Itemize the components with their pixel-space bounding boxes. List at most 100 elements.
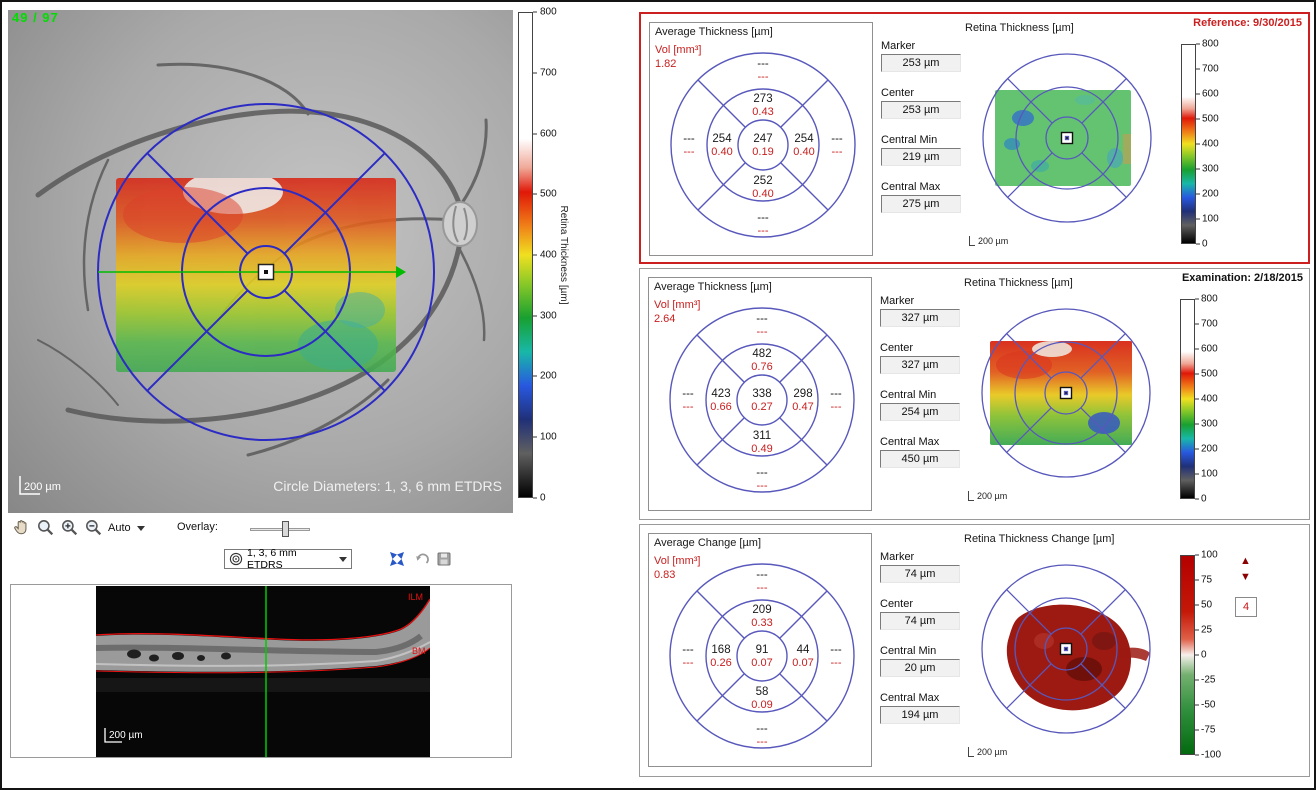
save-icon[interactable] — [436, 551, 452, 567]
svg-text:---: --- — [757, 736, 768, 748]
svg-text:0.33: 0.33 — [751, 617, 772, 629]
colorbar-tick: 100 — [540, 432, 557, 443]
colorbar-tick: 50 — [1201, 600, 1212, 611]
colorbar-tick: 800 — [1201, 294, 1218, 305]
svg-text:---: --- — [830, 644, 842, 656]
colorbar-tick: 400 — [1202, 139, 1219, 150]
svg-text:247: 247 — [753, 133, 772, 145]
central-max-value: 194 µm — [902, 709, 939, 721]
map-scale-bar: 200 µm — [969, 236, 1008, 246]
center-value-box: 253 µm — [881, 101, 961, 119]
bscan-image[interactable]: ILM BM 200 µm — [96, 586, 430, 757]
central-min-value: 219 µm — [903, 151, 940, 163]
hand-tool-icon[interactable] — [12, 518, 30, 536]
central-max-value: 450 µm — [902, 453, 939, 465]
marker-value: 327 µm — [902, 312, 939, 324]
center-view-icon[interactable] — [388, 550, 406, 568]
svg-text:0.40: 0.40 — [711, 146, 732, 158]
map-scale-bar: 200 µm — [968, 747, 1007, 757]
svg-text:---: --- — [683, 401, 694, 413]
svg-text:---: --- — [832, 146, 843, 158]
svg-text:---: --- — [758, 71, 769, 83]
marker-value-box: 74 µm — [880, 565, 960, 583]
zoom-out-icon[interactable] — [84, 518, 102, 536]
reference-date-label: Reference: 9/30/2015 — [1193, 17, 1302, 29]
central-min-label: Central Min — [880, 645, 936, 657]
svg-text:0.40: 0.40 — [793, 146, 814, 158]
colorbar-tick: 500 — [540, 189, 557, 200]
panel-colorbar — [1181, 44, 1196, 244]
svg-text:254: 254 — [712, 133, 732, 145]
thickness-overlay-heatmap — [116, 170, 396, 372]
retina-thickness-change-map[interactable] — [964, 549, 1169, 749]
colorbar-tick: 500 — [1201, 369, 1218, 380]
fundus-image[interactable]: 200 µm — [8, 10, 513, 513]
overlay-opacity-slider[interactable] — [250, 519, 310, 539]
bscan-scale-bar: 200 µm — [105, 728, 143, 742]
map-title: Retina Thickness [µm] — [964, 277, 1073, 289]
colorbar-tick: 600 — [540, 129, 557, 140]
svg-text:---: --- — [831, 133, 843, 145]
colorbar-tick: 800 — [1202, 39, 1219, 50]
svg-text:0.47: 0.47 — [792, 401, 813, 413]
svg-text:0.19: 0.19 — [752, 146, 773, 158]
chevron-down-icon — [137, 526, 145, 531]
overlay-label: Overlay: — [177, 521, 218, 533]
grid-preset-select[interactable]: 1, 3, 6 mm ETDRS — [224, 549, 352, 569]
grid-title: Average Thickness [µm] — [655, 26, 773, 38]
colorbar-tick: 0 — [1201, 650, 1207, 661]
chevron-down-icon — [339, 557, 347, 562]
svg-text:---: --- — [831, 401, 842, 413]
center-value: 253 µm — [903, 104, 940, 116]
retina-thickness-map[interactable] — [964, 293, 1169, 493]
average-thickness-gridbox: Average Thickness [µm] Vol [mm³] 2.64 --… — [648, 277, 872, 511]
svg-text:---: --- — [757, 212, 769, 224]
central-max-value-box: 194 µm — [880, 706, 960, 724]
central-max-label: Central Max — [880, 692, 939, 704]
slider-handle[interactable] — [282, 521, 289, 537]
zoom-mode-select[interactable]: Auto — [108, 519, 145, 537]
colorbar-tick: -100 — [1201, 750, 1221, 761]
center-value: 74 µm — [905, 615, 936, 627]
colorbar-tick: 800 — [540, 7, 557, 18]
grid-title: Average Change [µm] — [654, 537, 761, 549]
svg-text:0.49: 0.49 — [751, 443, 772, 455]
colorbar-tick: 600 — [1201, 344, 1218, 355]
retina-thickness-map[interactable] — [965, 38, 1170, 238]
zoom-icon[interactable] — [36, 518, 54, 536]
colorbar-tick: 600 — [1202, 89, 1219, 100]
step-down-button[interactable]: ▼ — [1240, 571, 1251, 583]
colorbar-tick: -25 — [1201, 675, 1215, 686]
colorbar-tick: 400 — [540, 250, 557, 261]
step-up-button[interactable]: ▲ — [1240, 555, 1251, 567]
central-min-value-box: 254 µm — [880, 403, 960, 421]
examination-date-label: Examination: 2/18/2015 — [1182, 272, 1303, 284]
grid-preset-value: 1, 3, 6 mm ETDRS — [247, 547, 335, 571]
zoom-in-icon[interactable] — [60, 518, 78, 536]
main-colorbar-title: Retina Thickness [µm] — [558, 206, 569, 305]
center-value: 327 µm — [902, 359, 939, 371]
center-label: Center — [880, 342, 913, 354]
svg-text:91: 91 — [756, 644, 769, 656]
center-marker[interactable] — [259, 265, 274, 280]
step-value-box[interactable]: 4 — [1235, 597, 1257, 617]
colorbar-tick: 0 — [1202, 239, 1208, 250]
svg-text:---: --- — [757, 582, 768, 594]
marker-label: Marker — [880, 551, 914, 563]
svg-text:311: 311 — [753, 430, 771, 442]
center-label: Center — [880, 598, 913, 610]
svg-text:273: 273 — [753, 93, 772, 105]
marker-value-box: 253 µm — [881, 54, 961, 72]
colorbar-tick: 400 — [1201, 394, 1218, 405]
svg-text:0.43: 0.43 — [752, 106, 773, 118]
central-min-value-box: 20 µm — [880, 659, 960, 677]
etdrs-grid-diagram: ------ 2730.43 ------ 2540.40 2470.19 25… — [651, 39, 871, 255]
undo-icon[interactable] — [414, 551, 430, 567]
svg-text:0.66: 0.66 — [710, 401, 731, 413]
svg-text:---: --- — [756, 569, 768, 581]
svg-text:---: --- — [757, 480, 768, 492]
colorbar-tick: 200 — [540, 371, 557, 382]
colorbar-tick: 100 — [1201, 550, 1218, 561]
central-min-value: 20 µm — [905, 662, 936, 674]
central-min-value-box: 219 µm — [881, 148, 961, 166]
